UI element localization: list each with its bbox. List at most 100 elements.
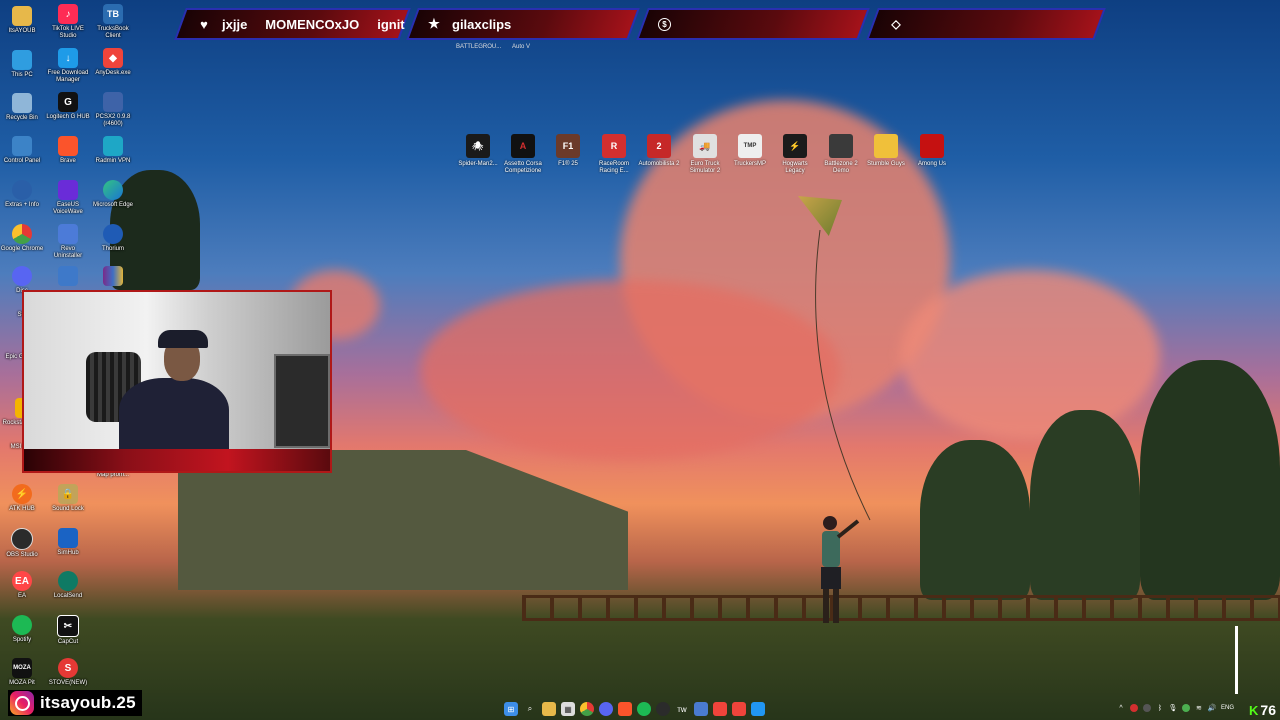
desktop-icon-moza[interactable]: MOZA MOZA Pit (0, 658, 44, 687)
game-icon-acc[interactable]: A Assetto Corsa Competizione (500, 134, 546, 175)
discord-icon[interactable] (599, 702, 613, 716)
desktop-icon-extras[interactable]: Extras + Info (0, 180, 44, 209)
desktop-icon-this-pc[interactable]: This PC (0, 50, 44, 79)
speaker-icon[interactable]: 🔊 (1208, 704, 1217, 712)
desktop-icon-control-panel[interactable]: Control Panel (0, 136, 44, 165)
desktop-icon-spotify[interactable]: Spotify (0, 615, 44, 644)
desktop-icon-anydesk[interactable]: ◆ AnyDesk.exe (91, 48, 135, 77)
recycle-bin-icon (12, 93, 32, 113)
tray-app-icon[interactable] (1181, 704, 1190, 712)
trucksbook-icon: TB (103, 4, 123, 24)
desktop-icon-edge[interactable]: Microsoft Edge (91, 180, 135, 209)
streamer-cap (158, 330, 208, 348)
desktop-icon-monitor[interactable] (46, 266, 90, 288)
among-us-icon (920, 134, 944, 158)
desktop-icon-atk-hub[interactable]: ⚡ ATK HUB (0, 484, 44, 513)
microphone-icon[interactable]: 🎙 (1169, 704, 1178, 712)
progress-indicator (1235, 626, 1238, 694)
edge-icon (103, 180, 123, 200)
spotify-icon[interactable] (637, 702, 651, 716)
desktop-icon-radmin[interactable]: Radmin VPN (91, 136, 135, 165)
wifi-icon[interactable]: ≋ (1195, 704, 1203, 712)
language-indicator[interactable]: ENG (1221, 705, 1234, 711)
star-icon: ★ (428, 16, 440, 31)
game-icon-f1-25[interactable]: F1 F1® 25 (545, 134, 591, 168)
chevron-up-icon[interactable]: ^ (1117, 704, 1125, 712)
calendar-icon[interactable]: ▦ (561, 702, 575, 716)
truck-icon: 🚚 (693, 134, 717, 158)
desktop-icon-itsayoub[interactable]: ItsAYOUB (0, 6, 44, 35)
search-icon[interactable]: ⌕ (523, 702, 537, 716)
brave-icon[interactable] (618, 702, 632, 716)
desktop-icon-capcut[interactable]: ✂ CapCut (46, 615, 90, 646)
tray-app-icon[interactable] (1129, 704, 1138, 712)
desktop-icon-easeus[interactable]: EaseUS VoiceWave (46, 180, 90, 216)
tiktok-icon: ♪ (58, 4, 78, 24)
stove-icon: S (58, 658, 78, 678)
tray-app-icon[interactable] (1142, 704, 1151, 712)
control-panel-icon (12, 136, 32, 156)
globe-icon (12, 180, 32, 200)
acc-icon: A (511, 134, 535, 158)
desktop-icon-fdm[interactable]: ↓ Free Download Manager (46, 48, 90, 84)
anydesk-icon: ◆ (103, 48, 123, 68)
desktop-icon-map-prom[interactable]: Map prom... (91, 472, 135, 479)
kid-silhouette (821, 516, 860, 623)
ea-icon: EA (12, 571, 32, 591)
desktop-icon-ea[interactable]: EA EA (0, 571, 44, 600)
anydesk-icon[interactable] (732, 702, 746, 716)
score-value: 76 (1260, 702, 1276, 718)
app-icon[interactable] (694, 702, 708, 716)
desktop-icon-tiktok-live[interactable]: ♪ TikTok LIVE Studio (46, 4, 90, 40)
alert-name: ignit (377, 16, 405, 32)
desktop-icon-brave[interactable]: Brave (46, 136, 90, 165)
desktop-icon-stove[interactable]: S STOVE(NEW) (46, 658, 90, 687)
alert-name: jxjje (222, 16, 248, 32)
game-icon-automobilista[interactable]: 2 Automobilista 2 (636, 134, 682, 168)
game-icon-hogwarts[interactable]: ⚡ Hogwarts Legacy (772, 134, 818, 175)
monitor-icon (12, 50, 32, 70)
desktop-icon-pcsx2[interactable]: PCSX2 0.9.8 (r4600) (91, 92, 135, 128)
game-icon-among-us[interactable]: Among Us (909, 134, 955, 168)
game-icon-battlezone[interactable]: Battlezone 2 Demo (818, 134, 864, 175)
system-tray: ^ ᛒ 🎙 ≋ 🔊 ENG (1117, 704, 1234, 712)
desktop-icon-logitech[interactable]: G Logitech G HUB (46, 92, 90, 121)
desktop-icon-recycle-bin[interactable]: Recycle Bin (0, 93, 44, 122)
alert-sub-label: BATTLEGROU... (456, 44, 502, 50)
obs-icon[interactable] (656, 702, 670, 716)
raceroom-icon: R (602, 134, 626, 158)
alert-segment-1-content: ♥ jxjje MOMENCOxJO ignit (196, 14, 405, 34)
desktop-icon-trucksbook[interactable]: TB TrucksBook Client (91, 4, 135, 40)
bluetooth-icon[interactable]: ᛒ (1156, 704, 1164, 712)
desktop-icon-localsend[interactable]: LocalSend (46, 571, 90, 600)
monitor-icon (58, 266, 78, 286)
battlezone-icon (829, 134, 853, 158)
app-icon[interactable] (751, 702, 765, 716)
cloud-right (900, 270, 1160, 440)
streamer-body (119, 378, 229, 458)
kick-icon: K (1249, 702, 1259, 718)
game-icon-truckersmp[interactable]: TMP TruckersMP (727, 134, 773, 168)
brave-icon (58, 136, 78, 156)
game-icon-spider-man[interactable]: 🕷 Spider-Man2... (455, 134, 501, 168)
desktop-icon-revo[interactable]: Revo Uninstaller (46, 224, 90, 260)
game-icon-raceroom[interactable]: R RaceRoom Racing E... (591, 134, 637, 175)
chrome-icon[interactable] (580, 702, 594, 716)
desktop-icon-chrome[interactable]: Google Chrome (0, 224, 44, 253)
desktop-icon-obs[interactable]: OBS Studio (0, 528, 44, 559)
hogwarts-icon: ⚡ (783, 134, 807, 158)
anydesk-icon[interactable] (713, 702, 727, 716)
alert-segment-3 (636, 8, 870, 40)
game-icon-ets2[interactable]: 🚚 Euro Truck Simulator 2 (682, 134, 728, 175)
desktop-icon-simhub[interactable]: SimHub (46, 528, 90, 557)
start-icon[interactable]: ⊞ (504, 702, 518, 716)
alert-segment-2-content: ★ gilaxclips (426, 14, 511, 34)
desktop-icon-sound-lock[interactable]: 🔒 Sound Lock (46, 484, 90, 513)
twitch-icon[interactable]: ᴛᴡ (675, 702, 689, 716)
localsend-icon (58, 571, 78, 591)
game-icon-stumble-guys[interactable]: Stumble Guys (863, 134, 909, 168)
desktop-icon-thorium[interactable]: Thorium (91, 224, 135, 253)
tree-right-2 (1030, 410, 1140, 600)
desktop-icon-winrar[interactable] (91, 266, 135, 288)
file-explorer-icon[interactable] (542, 702, 556, 716)
